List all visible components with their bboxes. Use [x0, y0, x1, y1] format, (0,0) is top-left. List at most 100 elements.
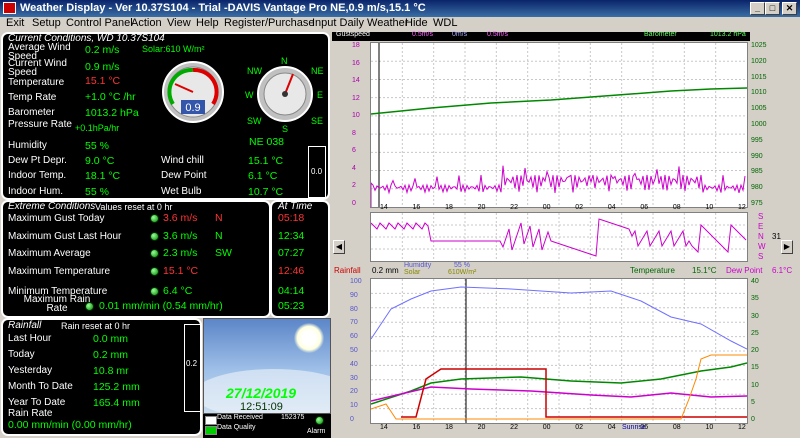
- menu-setup[interactable]: Setup: [32, 17, 61, 29]
- axis-tick-label: 14: [380, 424, 388, 431]
- wind-chill-label: Wind chill: [161, 155, 204, 166]
- sunrise-label: Sunrise: [622, 424, 646, 431]
- legend-humidity: Humidity: [404, 262, 432, 269]
- axis-tick-label: 12: [352, 94, 360, 102]
- extreme-row-time: 12:34: [278, 230, 305, 242]
- rain-row-label: Yesterday: [8, 365, 53, 376]
- temp-humidity-chart: [370, 278, 748, 424]
- wind-baro-chart: [370, 42, 748, 208]
- extreme-row-led: [150, 249, 159, 258]
- rain-heading: Rainfall: [8, 320, 42, 331]
- legend-gust-val3: 0.5m/s: [487, 31, 509, 38]
- temp-rate-value: +1.0 °C /hr: [85, 91, 136, 103]
- rain-side-value: 0.2: [186, 359, 198, 368]
- axis-tick-label: 80: [350, 305, 358, 313]
- axis-tick-label: 40: [751, 278, 759, 285]
- legend-dewpoint: Dew Point: [726, 266, 763, 275]
- extreme-row-led: [150, 267, 159, 276]
- close-button[interactable]: ✕: [782, 2, 797, 15]
- axis-tick-label: 30: [350, 374, 358, 382]
- extreme-row-value: 2.3 m/s: [163, 247, 198, 259]
- axis-tick-label: 15: [751, 364, 759, 372]
- mid-direction-letter: E: [758, 222, 764, 231]
- extreme-row-direction: N: [215, 230, 223, 242]
- menu-hide[interactable]: Hide: [405, 17, 428, 29]
- compass-sw: SW: [247, 116, 262, 126]
- axis-tick-label: 22: [510, 204, 518, 211]
- extreme-row-value: 15.1 °C: [163, 265, 199, 277]
- menu-action[interactable]: Action: [131, 17, 162, 29]
- axis-tick-label: 995: [751, 136, 763, 144]
- wind-side-value: 0.0: [311, 167, 323, 176]
- rain-row-label: Today: [8, 349, 35, 360]
- alarm-label[interactable]: Alarm: [307, 428, 325, 435]
- dew-depr-label: Dew Pt Depr.: [8, 155, 67, 166]
- data-received-label: Data Received: [217, 414, 263, 421]
- axis-tick-label: 1000: [751, 121, 767, 128]
- rain-row-label: Year To Date: [8, 397, 66, 408]
- wind-direction-svg: [371, 213, 747, 261]
- axis-tick-label: 18: [445, 424, 453, 431]
- axis-tick-label: 02: [575, 204, 584, 211]
- maximize-button[interactable]: □: [765, 2, 780, 15]
- axis-tick-label: 12: [738, 424, 746, 431]
- menu-view[interactable]: View: [167, 17, 191, 29]
- alarm-led: [315, 416, 324, 425]
- extreme-row-led: [150, 287, 159, 296]
- axis-tick-label: 90: [350, 291, 358, 299]
- axis-tick-label: 14: [380, 204, 388, 211]
- axis-tick-label: 10: [705, 424, 714, 431]
- press-rate-label: Pressure Rate: [8, 119, 72, 130]
- axis-tick-label: 985: [751, 168, 763, 176]
- compass-e: E: [317, 90, 324, 100]
- compass-s: S: [282, 124, 289, 134]
- menu-exit[interactable]: Exit: [6, 17, 24, 29]
- wind-speed-gauge: 0.9: [162, 61, 224, 123]
- extremes-heading: Extreme Conditions: [8, 201, 96, 212]
- sun-graphic: [294, 323, 324, 353]
- legend-rainfall-val: 0.2 mm: [372, 266, 399, 275]
- graph-scroll-right-button[interactable]: ▶: [781, 240, 793, 254]
- wind-chill-value: 15.1 °C: [248, 155, 284, 167]
- sky-condition-image: 27/12/2019 12:51:09: [203, 318, 331, 414]
- legend-humidity-val: 55 %: [454, 262, 470, 269]
- axis-tick-label: 990: [751, 152, 763, 160]
- extreme-row-label: Maximum Gust Last Hour: [8, 231, 122, 242]
- axis-tick-label: 16: [412, 204, 421, 211]
- dew-point-value: 6.1 °C: [248, 170, 278, 182]
- axis-tick-label: 04: [607, 204, 616, 211]
- menu-help[interactable]: Help: [196, 17, 219, 29]
- solar-value: Solar:610 W/m²: [142, 44, 205, 54]
- clock-time: 12:51:09: [240, 401, 283, 413]
- dew-point-label: Dew Point: [161, 170, 207, 181]
- menu-input-daily[interactable]: Input Daily Weather: [312, 17, 408, 29]
- minimize-button[interactable]: _: [750, 2, 765, 15]
- rainfall-panel: Rainfall Rain reset at 0 hr Last Hour 0.0…: [1, 318, 202, 436]
- wind-direction-value: NE 038: [249, 136, 285, 148]
- axis-tick-label: 10: [751, 381, 759, 389]
- legend-gust-val2: 0m/s: [452, 31, 468, 38]
- axis-tick-label: 20: [751, 347, 759, 354]
- app-icon: [3, 2, 16, 14]
- axis-tick-label: 14: [352, 77, 360, 85]
- menu-bar: Exit Setup Control Panel Action View Hel…: [0, 17, 800, 32]
- extreme-row-value: 3.6 m/s: [163, 212, 198, 224]
- axis-tick-label: 4: [352, 164, 356, 172]
- menu-control-panel[interactable]: Control Panel: [66, 17, 133, 29]
- menu-wdl[interactable]: WDL: [433, 17, 457, 29]
- rain-rate-label: Rain Rate: [8, 408, 53, 419]
- axis-tick-label: 40: [350, 360, 358, 368]
- rainfall-line: [401, 368, 747, 418]
- axis-tick-label: 6: [352, 147, 356, 155]
- compass-nw: NW: [247, 66, 262, 76]
- legend-solar-val: 610W/m²: [448, 269, 477, 276]
- extreme-row-label: Maximum Gust Today: [8, 213, 105, 224]
- extreme-row-time: 04:14: [278, 285, 305, 297]
- axis-tick-label: 08: [672, 204, 681, 211]
- indoor-temp-value: 18.1 °C: [85, 170, 121, 182]
- humidity-label: Humidity: [8, 140, 47, 151]
- menu-register[interactable]: Register/Purchase: [224, 17, 315, 29]
- graph-scroll-left-button[interactable]: ◀: [333, 240, 345, 254]
- rain-row-value: 0.2 mm: [93, 349, 129, 361]
- axis-tick-label: 5: [751, 398, 755, 406]
